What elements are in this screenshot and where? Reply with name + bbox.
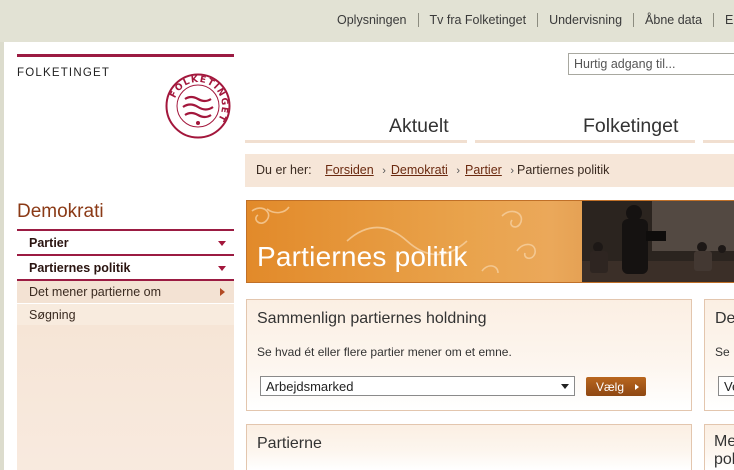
sidebar-nav: Partier Partiernes politik Det mener par…	[17, 229, 234, 470]
logo-bar	[17, 54, 234, 57]
breadcrumb-prefix: Du er her:	[256, 163, 312, 177]
fourth-box: Me pol	[704, 424, 734, 470]
compare-box: Sammenlign partiernes holdning Se hvad é…	[246, 299, 692, 411]
folketinget-seal-icon[interactable]: FOLKETINGET	[165, 73, 231, 139]
topic-select-value: Arbejdsmarked	[266, 379, 354, 394]
choose-button-label: Vælg	[596, 380, 625, 394]
parties-box-title: Partierne	[257, 435, 322, 452]
triangle-right-icon	[635, 384, 639, 390]
breadcrumb-link-demokrati[interactable]: Demokrati	[391, 163, 448, 177]
breadcrumb-separator: ›	[382, 165, 386, 177]
caret-right-icon	[220, 288, 225, 296]
choose-button[interactable]: Vælg	[586, 377, 646, 396]
second-box-description: Se	[715, 345, 730, 359]
caret-down-icon	[218, 266, 226, 271]
topic-select[interactable]: Arbejdsmarked	[260, 376, 575, 396]
main-nav-folketinget[interactable]: Folketinget	[583, 115, 678, 138]
banner-photo	[582, 201, 734, 282]
utility-links: Oplysningen Tv fra Folketinget Undervisn…	[326, 13, 734, 27]
second-select-value: Ve	[724, 379, 734, 394]
compare-box-title: Sammenlign partiernes holdning	[257, 310, 487, 327]
second-box-title: De	[715, 310, 734, 327]
chevron-down-icon	[561, 384, 569, 389]
caret-down-icon	[218, 241, 226, 246]
main-nav: Aktuelt Folketinget	[245, 115, 734, 143]
fourth-box-title: Me pol	[714, 433, 734, 469]
sidebar-title[interactable]: Demokrati	[17, 201, 104, 223]
breadcrumb-link-partier[interactable]: Partier	[465, 163, 502, 177]
page: FOLKETINGET FOLKETINGET Demokrati Partie…	[4, 42, 734, 470]
left-column: FOLKETINGET FOLKETINGET Demokrati Partie…	[17, 54, 234, 470]
main-nav-aktuelt[interactable]: Aktuelt	[389, 115, 449, 138]
second-box: De Se Ve	[704, 299, 734, 411]
breadcrumb-separator: ›	[456, 165, 460, 177]
utility-bar: Oplysningen Tv fra Folketinget Undervisn…	[0, 0, 734, 42]
search-input[interactable]: Hurtig adgang til...	[568, 53, 734, 75]
sidebar-item-label: Partiernes politik	[29, 261, 131, 275]
sidebar-item-label: Partier	[29, 236, 69, 250]
photo-silhouettes	[582, 201, 734, 282]
main-nav-underline	[475, 140, 695, 143]
compare-box-description: Se hvad ét eller flere partier mener om …	[257, 345, 512, 359]
sidebar-item-det-mener-partierne-om[interactable]: Det mener partierne om	[17, 279, 234, 303]
page-banner: Partiernes politik	[246, 200, 734, 283]
sidebar-item-partiernes-politik[interactable]: Partiernes politik	[17, 254, 234, 279]
breadcrumb-separator: ›	[510, 165, 514, 177]
sidebar-item-label: Det mener partierne om	[29, 285, 162, 299]
utility-link-tv[interactable]: Tv fra Folketinget	[417, 13, 538, 27]
utility-link-oplysningen[interactable]: Oplysningen	[326, 13, 418, 27]
utility-link-english[interactable]: En	[713, 13, 734, 27]
breadcrumb: Du er her: Forsiden › Demokrati › Partier …	[245, 154, 734, 187]
parties-box: Partierne	[246, 424, 692, 470]
main-nav-underline	[245, 140, 467, 143]
banner-title: Partiernes politik	[257, 241, 468, 272]
fourth-box-line2: pol	[714, 451, 734, 468]
utility-link-abne-data[interactable]: Åbne data	[633, 13, 713, 27]
second-select[interactable]: Ve	[718, 376, 734, 396]
sidebar-item-label: Søgning	[29, 308, 76, 322]
fourth-box-line1: Me	[714, 433, 734, 450]
breadcrumb-link-forsiden[interactable]: Forsiden	[325, 163, 374, 177]
utility-link-undervisning[interactable]: Undervisning	[537, 13, 633, 27]
main-nav-underline	[703, 140, 734, 143]
sidebar-item-sogning[interactable]: Søgning	[17, 303, 234, 325]
sidebar-fill	[17, 325, 234, 470]
sidebar-item-partier[interactable]: Partier	[17, 229, 234, 254]
breadcrumb-current: Partiernes politik	[516, 163, 610, 177]
